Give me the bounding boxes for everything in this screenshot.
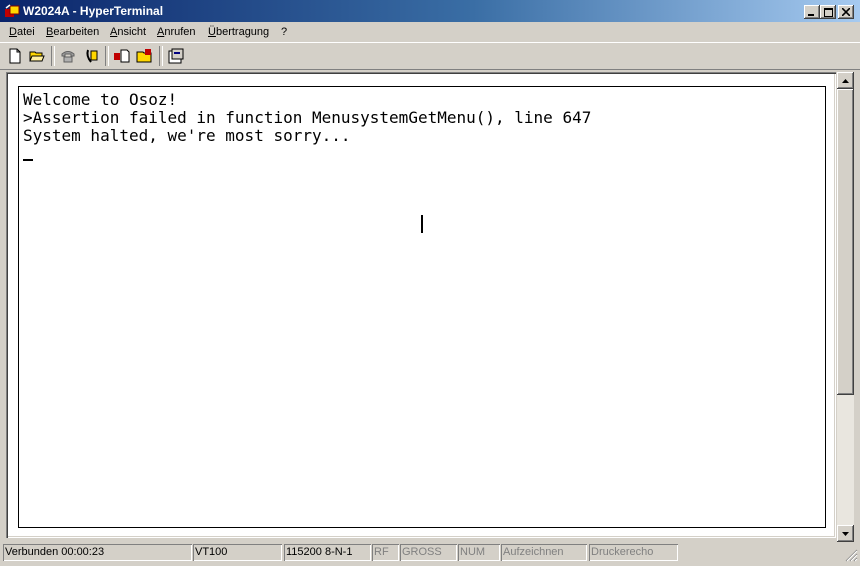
disconnect-button[interactable] xyxy=(81,46,101,66)
maximize-button[interactable] xyxy=(820,5,836,19)
toolbar xyxy=(0,42,860,70)
menu-anrufen[interactable]: Anrufen xyxy=(155,25,198,39)
menu-datei[interactable]: Datei xyxy=(7,25,37,39)
terminal-screen[interactable]: Welcome to Osoz! >Assertion failed in fun… xyxy=(18,86,826,528)
new-connection-button[interactable] xyxy=(5,46,25,66)
minimize-button[interactable] xyxy=(804,5,820,19)
status-connected: Verbunden 00:00:23 xyxy=(3,544,192,561)
status-capture: Aufzeichnen xyxy=(501,544,587,561)
minimize-icon xyxy=(808,14,814,16)
resize-grip-icon[interactable] xyxy=(844,548,858,562)
scroll-thumb[interactable] xyxy=(837,89,854,395)
menu-bearbeiten[interactable]: Bearbeiten xyxy=(44,25,101,39)
toolbar-separator xyxy=(51,46,55,66)
receive-button[interactable] xyxy=(135,46,155,66)
status-caps: GROSS xyxy=(400,544,457,561)
terminal-line: >Assertion failed in function Menusystem… xyxy=(23,108,592,127)
open-button[interactable] xyxy=(27,46,47,66)
status-bar: Verbunden 00:00:23 VT100 115200 8-N-1 RF… xyxy=(0,543,860,564)
status-port-settings: 115200 8-N-1 xyxy=(284,544,371,561)
status-num: NUM xyxy=(458,544,500,561)
connect-button[interactable] xyxy=(58,46,78,66)
terminal-cursor xyxy=(23,159,33,161)
hyperterminal-app-icon[interactable] xyxy=(4,4,20,18)
status-emulation: VT100 xyxy=(193,544,282,561)
disconnect-phone-icon xyxy=(86,49,98,63)
send-file-icon xyxy=(114,49,130,63)
scroll-down-button[interactable] xyxy=(837,525,854,542)
vertical-scrollbar[interactable] xyxy=(837,72,854,542)
toolbar-separator xyxy=(159,46,163,66)
open-folder-icon xyxy=(29,51,45,62)
status-print-echo: Druckerecho xyxy=(589,544,678,561)
scroll-up-button[interactable] xyxy=(837,72,854,89)
terminal-output: Welcome to Osoz! >Assertion failed in fun… xyxy=(23,91,591,145)
menu-ansicht[interactable]: Ansicht xyxy=(108,25,148,39)
title-bar[interactable]: W2024A - HyperTerminal xyxy=(0,0,860,22)
arrow-up-icon xyxy=(842,78,849,83)
close-button[interactable] xyxy=(838,5,854,19)
maximize-icon xyxy=(823,7,833,17)
properties-icon xyxy=(168,48,184,64)
new-document-icon xyxy=(9,48,21,64)
window-title: W2024A - HyperTerminal xyxy=(23,4,164,18)
connect-phone-icon xyxy=(61,51,75,63)
send-button[interactable] xyxy=(112,46,132,66)
close-icon xyxy=(842,8,850,16)
properties-button[interactable] xyxy=(166,46,186,66)
menu-uebertragung[interactable]: Übertragung xyxy=(206,25,271,39)
receive-file-icon xyxy=(136,49,152,63)
status-scroll: RF xyxy=(372,544,399,561)
toolbar-separator xyxy=(105,46,109,66)
menu-bar: Datei Bearbeiten Ansicht Anrufen Übertra… xyxy=(0,23,860,41)
menu-help[interactable]: ? xyxy=(279,25,289,39)
terminal-line: Welcome to Osoz! xyxy=(23,90,178,109)
arrow-down-icon xyxy=(842,531,849,536)
terminal-line: System halted, we're most sorry... xyxy=(23,126,351,145)
mouse-text-cursor xyxy=(421,215,423,233)
